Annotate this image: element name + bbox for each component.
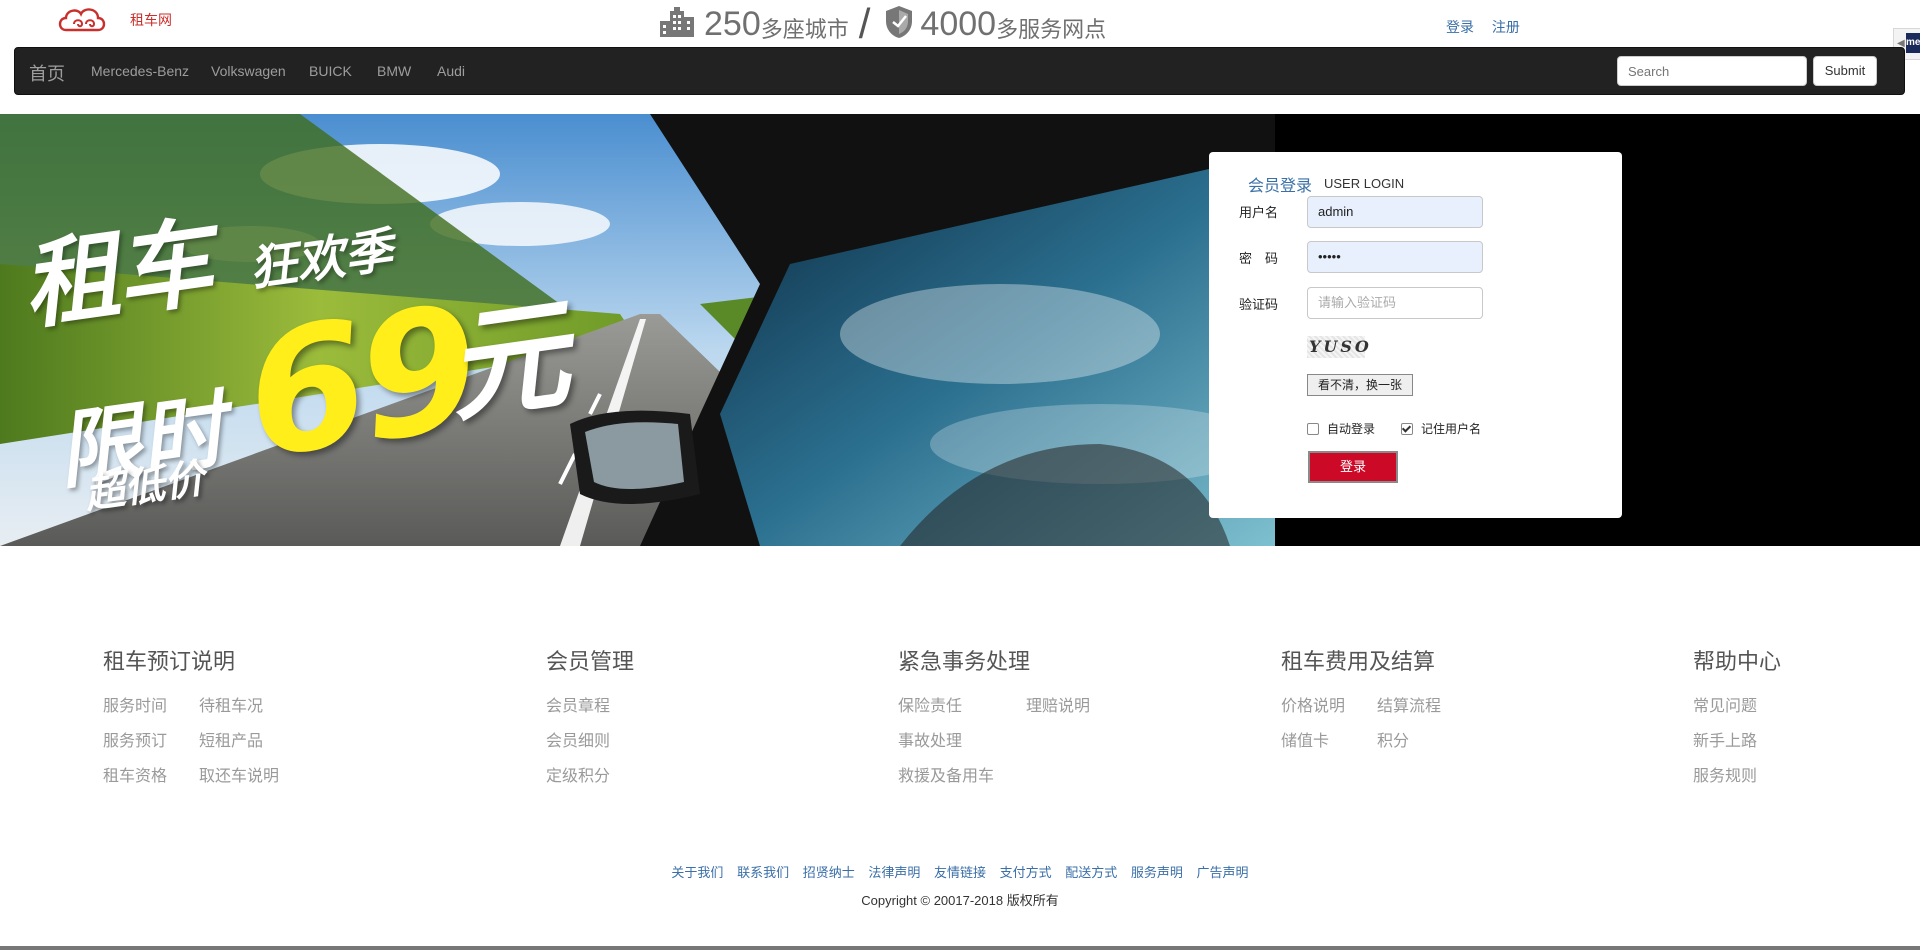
copyright-text: Copyright © 20017-2018 版权所有 <box>861 893 1059 908</box>
remember-username-option[interactable]: 记住用户名 <box>1401 420 1481 437</box>
password-input[interactable]: ••••• <box>1307 241 1483 273</box>
nav-item-bmw[interactable]: BMW <box>377 63 411 79</box>
username-input[interactable]: admin <box>1307 196 1483 228</box>
footer-link[interactable]: 结算流程 <box>1377 696 1441 718</box>
stats-separator: / <box>858 0 871 47</box>
footer-link[interactable]: 事故处理 <box>898 731 994 753</box>
auto-login-checkbox[interactable] <box>1307 422 1319 435</box>
bottom-link-payment[interactable]: 支付方式 <box>1000 865 1052 880</box>
outlet-count-unit: 多服务网点 <box>996 17 1107 42</box>
footer-link[interactable]: 会员章程 <box>546 696 634 718</box>
footer-column-help: 帮助中心 常见问题 新手上路 服务规则 <box>1693 644 1781 788</box>
city-count: 250 <box>704 4 761 43</box>
bottom-link-service[interactable]: 服务声明 <box>1131 865 1183 880</box>
auto-login-option[interactable]: 自动登录 <box>1307 420 1375 437</box>
footer-link[interactable]: 服务时间 <box>103 696 167 718</box>
password-label: 密 码 <box>1239 251 1279 266</box>
footer-link[interactable]: 服务规则 <box>1693 766 1781 788</box>
footer-link[interactable]: 会员细则 <box>546 731 634 753</box>
login-card: 会员登录 USER LOGIN 用户名 admin 密 码 ••••• 验证码 … <box>1209 152 1622 518</box>
search-submit-button[interactable]: Submit <box>1813 56 1877 86</box>
captcha-input[interactable]: 请输入验证码 <box>1307 287 1483 319</box>
bottom-link-about[interactable]: 关于我们 <box>671 865 723 880</box>
footer-column-emergency: 紧急事务处理 保险责任 理赔说明 事故处理 救援及备用车 <box>898 644 1090 788</box>
refresh-captcha-button[interactable]: 看不清，换一张 <box>1307 374 1413 396</box>
bottom-link-careers[interactable]: 招贤纳士 <box>803 865 855 880</box>
footer-link[interactable]: 价格说明 <box>1281 696 1345 718</box>
captcha-image[interactable]: YUSO <box>1307 336 1369 358</box>
footer-link[interactable]: 常见问题 <box>1693 696 1781 718</box>
register-link[interactable]: 注册 <box>1492 19 1520 35</box>
footer-link[interactable]: 保险责任 <box>898 696 994 718</box>
footer-link[interactable]: 积分 <box>1377 731 1441 753</box>
footer-link[interactable]: 短租产品 <box>199 731 279 753</box>
main-navbar: 首页 Mercedes-Benz Volkswagen BUICK BMW Au… <box>14 47 1905 95</box>
shield-icon <box>884 4 914 45</box>
login-link[interactable]: 登录 <box>1446 19 1474 35</box>
footer-column-title: 帮助中心 <box>1693 649 1782 674</box>
bottom-link-legal[interactable]: 法律声明 <box>868 865 920 880</box>
footer-column-title: 租车费用及结算 <box>1281 649 1436 674</box>
nav-item-mercedes-benz[interactable]: Mercedes-Benz <box>91 63 189 79</box>
footer-link[interactable]: 定级积分 <box>546 766 634 788</box>
promo-price-unit: 元 <box>438 285 577 440</box>
bottom-links: 关于我们 联系我们 招贤纳士 法律声明 友情链接 支付方式 配送方式 服务声明 … <box>0 862 1920 881</box>
city-count-unit: 多座城市 <box>760 17 849 42</box>
footer-link[interactable]: 租车资格 <box>103 766 167 788</box>
bottom-link-ads[interactable]: 广告声明 <box>1197 865 1249 880</box>
remember-username-label: 记住用户名 <box>1421 422 1482 436</box>
footer-column-membership: 会员管理 会员章程 会员细则 定级积分 <box>546 644 634 788</box>
search-input[interactable] <box>1617 56 1807 86</box>
footer-link[interactable]: 储值卡 <box>1281 731 1345 753</box>
auto-login-label: 自动登录 <box>1327 422 1376 436</box>
outlet-count: 4000 <box>920 4 997 43</box>
top-header: 租车网 250 多座城市 / 4000 多服务网点 登录 注册 ◀ me <box>0 0 1920 60</box>
footer-column-booking: 租车预订说明 服务时间 待租车况 服务预订 短租产品 租车资格 取还车说明 <box>103 644 279 788</box>
cloud-logo-icon[interactable] <box>56 4 108 39</box>
footer-column-title: 紧急事务处理 <box>898 649 1031 674</box>
footer-link[interactable]: 理赔说明 <box>1026 696 1090 718</box>
nav-item-audi[interactable]: Audi <box>437 63 465 79</box>
nav-item-buick[interactable]: BUICK <box>309 63 352 79</box>
footer-link[interactable]: 新手上路 <box>1693 731 1781 753</box>
footer-column-title: 租车预订说明 <box>103 649 236 674</box>
footer-link[interactable]: 取还车说明 <box>199 766 279 788</box>
nav-item-volkswagen[interactable]: Volkswagen <box>211 63 286 79</box>
footer-column-billing: 租车费用及结算 价格说明 结算流程 储值卡 积分 <box>1281 644 1441 753</box>
building-icon <box>658 5 696 44</box>
service-stats: 250 多座城市 / 4000 多服务网点 <box>658 0 1107 47</box>
auth-links: 登录 注册 <box>1446 17 1534 37</box>
bottom-link-friends[interactable]: 友情链接 <box>934 865 986 880</box>
promo-line-1: 租车 <box>15 206 218 344</box>
site-logo-text[interactable]: 租车网 <box>130 10 172 30</box>
username-label: 用户名 <box>1239 205 1279 220</box>
side-badge: me <box>1906 33 1920 53</box>
bottom-link-delivery[interactable]: 配送方式 <box>1065 865 1117 880</box>
captcha-label: 验证码 <box>1239 297 1279 312</box>
bottom-link-contact[interactable]: 联系我们 <box>737 865 789 880</box>
login-title: 会员登录 <box>1248 178 1313 195</box>
footer-link[interactable]: 救援及备用车 <box>898 766 994 788</box>
footer-link[interactable]: 服务预订 <box>103 731 167 753</box>
nav-home[interactable]: 首页 <box>29 60 65 86</box>
footer-link[interactable]: 待租车况 <box>199 696 279 718</box>
login-submit-button[interactable]: 登录 <box>1308 451 1398 483</box>
bottom-divider <box>0 946 1920 950</box>
footer-column-title: 会员管理 <box>546 649 635 674</box>
remember-username-checkbox[interactable] <box>1401 422 1413 435</box>
promo-banner: 租车 狂欢季 限时 69 元 超低价 会员登录 USER LOGIN 用户名 a… <box>0 114 1920 546</box>
login-title-en: USER LOGIN <box>1324 176 1405 191</box>
